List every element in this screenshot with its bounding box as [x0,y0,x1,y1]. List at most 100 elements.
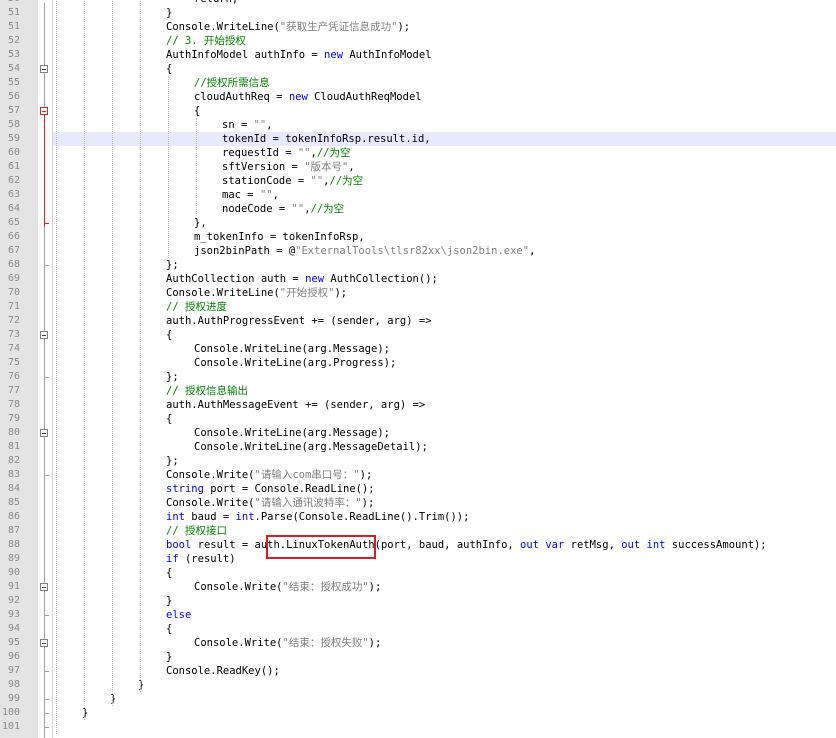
code-line[interactable]: 69 AuthCollection auth = new AuthCollecti… [0,272,836,286]
code-line[interactable]: 92} [0,594,836,608]
string-token: "ExternalTools\tlsr82xx\json2bin.exe" [295,245,530,257]
line-number: 54 [7,63,20,74]
code-line[interactable]: 86 int baud = int.Parse(Console.ReadLine(… [0,510,836,524]
keyword-token: out [621,539,641,551]
code-token: }; [166,455,179,467]
code-token: mac = [222,189,260,201]
code-text: tokenId = tokenInfoRsp.result.id, [222,132,431,146]
code-line[interactable]: 59 tokenId = tokenInfoRsp.result.id, [0,132,836,146]
code-text: mac = "", [222,188,279,202]
indent-guide [56,0,57,734]
code-line[interactable]: 51 Console.WriteLine("获取生产凭证信息成功"); [0,20,836,34]
code-line[interactable]: 78 auth.AuthMessageEvent += (sender, arg)… [0,398,836,412]
fold-toggle-icon[interactable] [40,583,48,591]
line-number: 62 [7,175,20,186]
code-line[interactable]: 53 AuthInfoModel authInfo = new AuthInfoM… [0,48,836,62]
fold-toggle-icon[interactable] [40,107,48,115]
string-token: "结束：授权成功" [282,581,369,593]
line-number: 98 [7,679,20,690]
code-line[interactable]: 98} [0,678,836,692]
code-text: else [166,608,191,622]
code-line[interactable]: 61 sftVersion = "版本号", [0,160,836,174]
code-line[interactable]: 93 else [0,608,836,622]
line-number: 66 [7,231,20,242]
code-line[interactable]: 62 stationCode = "",//为空 [0,174,836,188]
code-line[interactable]: 52 // 3. 开始授权 [0,34,836,48]
code-line[interactable]: 67 json2binPath = @"ExternalTools\tlsr82x… [0,244,836,258]
code-line[interactable]: 85 Console.Write("请输入通讯波特率："); [0,496,836,510]
code-token: Console.Write( [194,581,283,593]
code-line[interactable]: 60 requestId = "",//为空 [0,146,836,160]
keyword-token: var [545,539,565,551]
code-line[interactable]: 54 { [0,62,836,76]
code-line[interactable]: 74 Console.WriteLine(arg.Message); [0,342,836,356]
code-line[interactable]: 83 Console.Write("请输入com串口号："); [0,468,836,482]
code-text: } [166,650,172,664]
comment-token: // 授权接口 [166,525,227,537]
code-line[interactable]: 87 // 授权接口 [0,524,836,538]
fold-toggle-icon[interactable] [40,429,48,437]
code-token: AuthInfoModel authInfo = [166,49,325,61]
code-text: // 授权进度 [166,300,227,314]
code-token: Console.Write( [194,637,283,649]
fold-end-mark [44,713,49,714]
keyword-token: int [235,511,255,523]
code-token: Console.Write( [166,469,255,481]
code-line[interactable]: 51} [0,6,836,20]
code-line[interactable]: 97 Console.ReadKey(); [0,664,836,678]
code-line[interactable]: 70 Console.WriteLine("开始授权"); [0,286,836,300]
code-line[interactable]: 77 // 授权信息输出 [0,384,836,398]
code-line[interactable]: 64 nodeCode = "",//为空 [0,202,836,216]
code-line[interactable]: 75 Console.WriteLine(arg.Progress); [0,356,836,370]
line-number: 76 [7,371,20,382]
code-line[interactable]: 95 Console.Write("结束：授权失败"); [0,636,836,650]
code-text: } [166,6,172,20]
code-line[interactable]: 96} [0,650,836,664]
line-number: 78 [7,399,20,410]
code-line[interactable]: 73 { [0,328,836,342]
code-line[interactable]: 65}, [0,216,836,230]
fold-toggle-icon[interactable] [40,639,48,647]
code-line[interactable]: 99} [0,692,836,706]
code-token: ); [397,21,411,33]
code-line[interactable]: 89 if (result) [0,552,836,566]
code-line[interactable]: 58 sn = "", [0,118,836,132]
code-token: AuthCollection auth = [166,273,306,285]
code-token: { [166,413,173,425]
code-line[interactable]: 81 Console.WriteLine(arg.MessageDetail); [0,440,836,454]
code-line[interactable]: 71 // 授权进度 [0,300,836,314]
fold-toggle-icon[interactable] [40,331,48,339]
comment-token: //授权所需信息 [194,77,270,89]
code-text: Console.WriteLine(arg.MessageDetail); [194,440,428,454]
fold-end-mark [44,699,49,700]
code-editor[interactable]: 50return;51}51Console.WriteLine("获取生产凭证信… [0,0,836,738]
code-line[interactable]: 63 mac = "", [0,188,836,202]
code-line[interactable]: 76}; [0,370,836,384]
code-text: auth.AuthProgressEvent += (sender, arg) … [166,314,432,328]
code-line[interactable]: 55 //授权所需信息 [0,76,836,90]
code-line[interactable]: 57 { [0,104,836,118]
line-number: 57 [7,105,20,116]
indent-guide [84,0,85,720]
code-line[interactable]: 91 Console.Write("结束：授权成功"); [0,580,836,594]
fold-end-mark [44,615,49,616]
code-line[interactable]: 101 [0,720,836,734]
code-line[interactable]: 82}; [0,454,836,468]
line-number: 95 [7,637,20,648]
code-line[interactable]: 80 Console.WriteLine(arg.Message); [0,426,836,440]
line-number: 96 [7,651,20,662]
code-text: { [166,622,172,636]
code-line[interactable]: 68}; [0,258,836,272]
code-line[interactable]: 88 bool result = auth.LinuxTokenAuth(port… [0,538,836,552]
code-line[interactable]: 66 m_tokenInfo = tokenInfoRsp, [0,230,836,244]
code-line[interactable]: 56 cloudAuthReq = new CloudAuthReqModel [0,90,836,104]
fold-toggle-icon[interactable] [40,65,48,73]
line-number: 75 [7,357,20,368]
code-line[interactable]: 72 auth.AuthProgressEvent += (sender, arg… [0,314,836,328]
code-line[interactable]: 79 { [0,412,836,426]
code-line[interactable]: 90 { [0,566,836,580]
code-line[interactable]: 100} [0,706,836,720]
line-number: 100 [1,707,20,718]
code-line[interactable]: 84 string port = Console.ReadLine(); [0,482,836,496]
code-line[interactable]: 94 { [0,622,836,636]
